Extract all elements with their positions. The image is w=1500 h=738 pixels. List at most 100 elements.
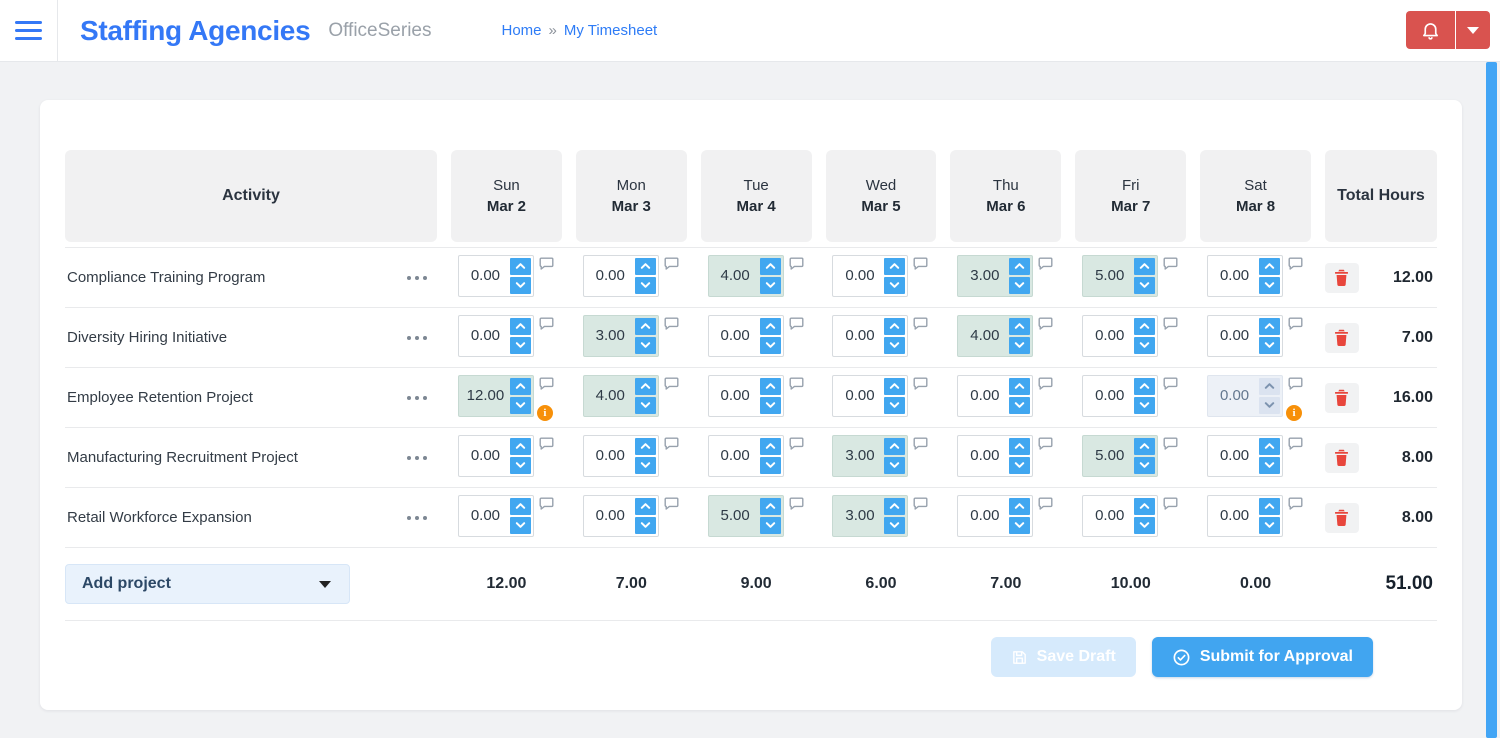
hours-input[interactable]: 4.00 [707,254,784,297]
spinner-up-icon[interactable] [509,317,531,335]
submit-for-approval-button[interactable]: Submit for Approval [1151,637,1373,677]
spinner-down-icon[interactable] [1259,456,1281,474]
spinner-up-icon[interactable] [1259,257,1281,275]
spinner-down-icon[interactable] [1009,396,1031,414]
spinner-down-icon[interactable] [759,396,781,414]
spinner-down-icon[interactable] [1259,336,1281,354]
comment-icon[interactable] [1163,437,1179,451]
comment-icon[interactable] [1163,497,1179,511]
notifications-button[interactable] [1406,11,1456,49]
comment-icon[interactable] [913,317,929,331]
delete-row-button[interactable] [1324,262,1359,293]
spinner-down-icon[interactable] [509,336,531,354]
hours-input[interactable]: 3.00 [832,434,909,477]
comment-icon[interactable] [1038,257,1054,271]
spinner-up-icon[interactable] [759,257,781,275]
spinner-up-icon[interactable] [759,437,781,455]
spinner-up-icon[interactable] [1134,377,1156,395]
hours-input[interactable]: 0.00 [457,314,534,357]
hours-input[interactable]: 0.00 [582,434,659,477]
comment-icon[interactable] [1288,317,1304,331]
spinner-up-icon[interactable] [1259,437,1281,455]
hours-input[interactable]: 0.00 [1207,314,1284,357]
spinner-up-icon[interactable] [1009,377,1031,395]
hours-input[interactable]: 0.00 [832,254,909,297]
breadcrumb-home-link[interactable]: Home [501,22,541,39]
spinner-down-icon[interactable] [1134,396,1156,414]
spinner-down-icon[interactable] [1134,276,1156,294]
spinner-down-icon[interactable] [634,516,656,534]
hours-input[interactable]: 5.00 [707,494,784,537]
hours-input[interactable]: 0.00 [582,494,659,537]
spinner-down-icon[interactable] [509,456,531,474]
add-project-dropdown[interactable]: Add project [65,564,350,604]
row-options-menu-icon[interactable] [401,270,437,286]
comment-icon[interactable] [664,497,680,511]
spinner-up-icon[interactable] [509,257,531,275]
spinner-down-icon[interactable] [759,516,781,534]
hours-input[interactable]: 0.00 [1207,434,1284,477]
hours-input[interactable]: 0.00 [832,374,909,417]
spinner-down-icon[interactable] [884,396,906,414]
hours-input[interactable]: 0.00 [957,374,1034,417]
spinner-down-icon[interactable] [634,336,656,354]
comment-icon[interactable] [539,257,555,271]
comment-icon[interactable] [1038,437,1054,451]
comment-icon[interactable] [789,497,805,511]
spinner-up-icon[interactable] [634,317,656,335]
row-options-menu-icon[interactable] [401,330,437,346]
hours-input[interactable]: 3.00 [957,254,1034,297]
spinner-down-icon[interactable] [634,396,656,414]
comment-icon[interactable] [539,377,555,391]
spinner-up-icon[interactable] [509,497,531,515]
spinner-down-icon[interactable] [884,336,906,354]
spinner-down-icon[interactable] [1134,516,1156,534]
hours-input[interactable]: 0.00 [1207,494,1284,537]
spinner-up-icon[interactable] [759,317,781,335]
comment-icon[interactable] [913,497,929,511]
hours-input[interactable]: 0.00 [832,314,909,357]
spinner-down-icon[interactable] [1134,456,1156,474]
spinner-down-icon[interactable] [759,336,781,354]
delete-row-button[interactable] [1324,502,1359,533]
hours-input[interactable]: 3.00 [832,494,909,537]
comment-icon[interactable] [1288,377,1304,391]
comment-icon[interactable] [1163,257,1179,271]
spinner-down-icon[interactable] [509,516,531,534]
spinner-down-icon[interactable] [1259,276,1281,294]
row-options-menu-icon[interactable] [401,510,437,526]
spinner-up-icon[interactable] [634,437,656,455]
spinner-up-icon[interactable] [1009,497,1031,515]
spinner-up-icon[interactable] [1009,257,1031,275]
spinner-up-icon[interactable] [884,437,906,455]
hours-input[interactable]: 5.00 [1082,434,1159,477]
comment-icon[interactable] [664,437,680,451]
hours-input[interactable]: 0.00 [1082,494,1159,537]
spinner-down-icon[interactable] [634,276,656,294]
hours-input[interactable]: 0.00 [1207,254,1284,297]
comment-icon[interactable] [1288,257,1304,271]
spinner-up-icon[interactable] [1009,437,1031,455]
spinner-up-icon[interactable] [759,497,781,515]
hours-input[interactable]: 0.00 [1082,374,1159,417]
comment-icon[interactable] [1163,377,1179,391]
hours-input[interactable]: 0.00 [707,374,784,417]
delete-row-button[interactable] [1324,322,1359,353]
spinner-up-icon[interactable] [884,317,906,335]
spinner-up-icon[interactable] [509,437,531,455]
comment-icon[interactable] [1288,497,1304,511]
spinner-down-icon[interactable] [1259,516,1281,534]
hours-input[interactable]: 3.00 [582,314,659,357]
spinner-down-icon[interactable] [509,276,531,294]
spinner-up-icon[interactable] [634,497,656,515]
spinner-up-icon[interactable] [509,377,531,395]
spinner-down-icon[interactable] [634,456,656,474]
hamburger-menu-icon[interactable] [0,0,58,61]
spinner-up-icon[interactable] [1134,497,1156,515]
spinner-down-icon[interactable] [1134,336,1156,354]
spinner-down-icon[interactable] [884,456,906,474]
spinner-up-icon[interactable] [1134,257,1156,275]
spinner-down-icon[interactable] [759,276,781,294]
spinner-down-icon[interactable] [1009,516,1031,534]
hours-input[interactable]: 0.00 [457,434,534,477]
